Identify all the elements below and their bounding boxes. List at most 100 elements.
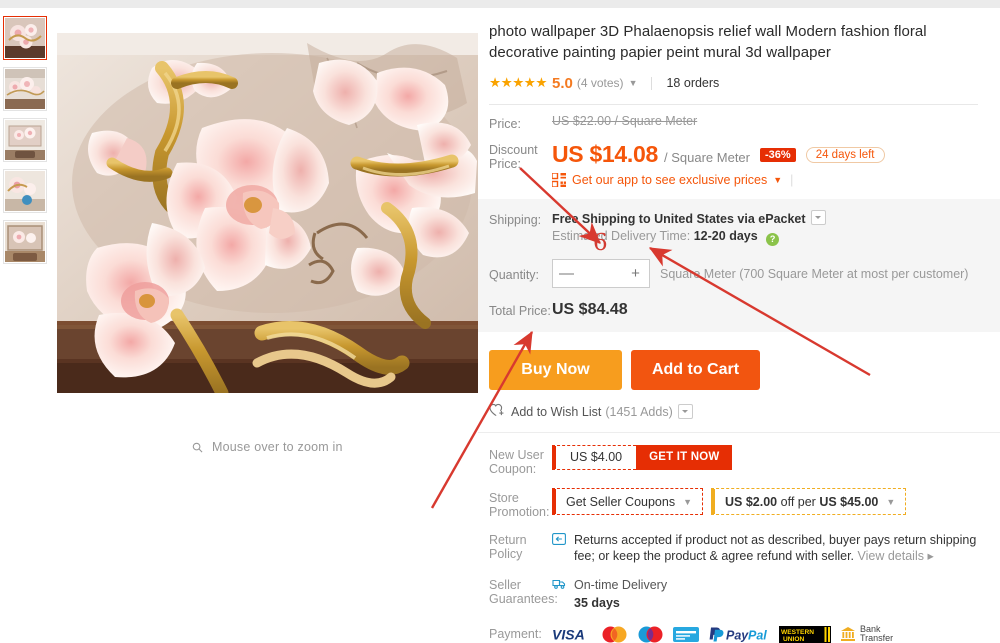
svg-text:UNION: UNION [783, 636, 804, 643]
svg-text:Pal: Pal [748, 628, 767, 642]
thumbnail-2[interactable] [3, 67, 47, 111]
return-box-icon [552, 532, 568, 548]
promo-mid-text: off per [777, 494, 820, 509]
thumbnail-1-image [5, 18, 45, 58]
shipping-row: Shipping: Free Shipping to United States… [489, 210, 978, 246]
divider-line [489, 104, 978, 105]
shipping-method: Free Shipping to United States via ePack… [552, 212, 806, 226]
page-title: photo wallpaper 3D Phalaenopsis relief w… [489, 23, 927, 61]
svg-text:Pay: Pay [726, 628, 749, 642]
new-user-coupon-row: New User Coupon: US $4.00 GET IT NOW [489, 445, 978, 476]
quantity-decrease-button[interactable]: — [553, 260, 580, 287]
price-row: Price: US $22.00 / Square Meter [489, 114, 978, 132]
payment-label: Payment: [489, 627, 542, 641]
chevron-down-icon: ▼ [683, 496, 693, 507]
annotation-handwritten-quantity: 6 [593, 230, 608, 256]
divider [651, 76, 653, 90]
new-user-coupon[interactable]: US $4.00 GET IT NOW [552, 445, 733, 470]
chevron-down-icon: ▼ [886, 496, 896, 507]
rating-votes: (4 votes) [576, 76, 624, 90]
delivery-time-prefix: Estimated Delivery Time: [552, 229, 691, 243]
delivery-time-value: 12-20 [693, 229, 726, 243]
discount-price-value: US $14.08 [552, 141, 658, 167]
qr-code-icon [551, 172, 566, 188]
product-detail-page: Mouse over to zoom in photo wallpaper 3D… [0, 0, 1000, 643]
discount-price-row: Discount Price: US $14.08 / Square Meter -… [489, 141, 978, 188]
get-seller-coupons-button[interactable]: Get Seller Coupons ▼ [552, 488, 704, 515]
bank-transfer-logo: Bank Transfer [840, 625, 893, 643]
wish-list-chevron-icon[interactable] [677, 404, 693, 419]
quantity-stepper[interactable]: — + [552, 259, 650, 288]
delivery-time: Estimated Delivery Time: 12-20 days ? [552, 229, 978, 246]
quantity-row: Quantity: — + Square Meter (700 Square M… [489, 259, 978, 288]
thumbnail-1[interactable] [3, 16, 47, 60]
thumbnail-5[interactable] [3, 220, 47, 264]
star-rating-icon: ★★★★★ [489, 75, 548, 90]
heart-plus-icon [489, 403, 505, 420]
mastercard-logo [602, 626, 627, 642]
zoom-hint: Mouse over to zoom in [57, 440, 478, 456]
store-discount-offer[interactable]: US $2.00 off per US $45.00 ▼ [711, 488, 907, 515]
card-logo [673, 626, 699, 642]
shipping-label: Shipping: [489, 213, 542, 227]
wish-list-count: (1451 Adds) [605, 404, 673, 419]
add-to-wish-list[interactable]: Add to Wish List (1451 Adds) [489, 403, 978, 420]
buy-now-button[interactable]: Buy Now [489, 350, 622, 390]
app-exclusive-price-link[interactable]: Get our app to see exclusive prices ▼ | [551, 172, 978, 188]
quantity-increase-button[interactable]: + [622, 260, 649, 287]
get-it-now-button[interactable]: GET IT NOW [636, 445, 733, 470]
return-policy-row: Return Policy Returns accepted if produc… [489, 532, 978, 564]
orders-count[interactable]: 18 orders [666, 76, 719, 90]
main-product-image-art [57, 33, 478, 393]
bank-transfer-line1: Bank [860, 624, 881, 634]
top-strip [0, 0, 1000, 8]
return-policy-label: Return Policy [489, 533, 527, 561]
visa-logo: VISA [552, 626, 585, 642]
bank-transfer-line2: Transfer [860, 633, 894, 643]
total-price-label: Total Price: [489, 304, 551, 318]
seller-guarantees-label: Seller Guarantees: [489, 578, 558, 606]
thumbnail-4[interactable] [3, 169, 47, 213]
maestro-logo [638, 626, 663, 642]
divider-line [478, 432, 1000, 433]
add-to-cart-button[interactable]: Add to Cart [631, 350, 760, 390]
quantity-label: Quantity: [489, 267, 540, 282]
zoom-hint-label: Mouse over to zoom in [212, 440, 343, 454]
wish-list-label: Add to Wish List [511, 404, 602, 419]
western-union-logo: WESTERN UNION [779, 625, 831, 643]
main-product-image[interactable] [57, 33, 478, 393]
days-left-badge: 24 days left [805, 147, 885, 163]
product-info-panel: photo wallpaper 3D Phalaenopsis relief w… [478, 8, 1000, 643]
thumbnail-3-image [5, 120, 45, 160]
delivery-time-suffix: days [729, 229, 758, 243]
thumbnail-strip [3, 16, 49, 271]
new-user-coupon-amount: US $4.00 [552, 445, 637, 470]
guarantee-title: On-time Delivery [574, 578, 668, 592]
chevron-down-icon[interactable]: ▼ [629, 78, 638, 88]
shipping-select-chevron-icon[interactable] [810, 210, 826, 225]
chevron-down-icon: ▼ [773, 175, 783, 185]
promo-discount-amount: US $2.00 [725, 494, 778, 509]
price-label: Price: [489, 117, 521, 131]
product-gallery: Mouse over to zoom in [0, 8, 478, 606]
guarantee-days: 35 days [574, 596, 620, 610]
total-price-value: US $84.48 [552, 301, 628, 318]
store-promotion-label: Store Promotion: [489, 491, 550, 519]
rating-score: 5.0 [552, 74, 573, 92]
quantity-input[interactable] [580, 265, 622, 282]
view-details-link[interactable]: View details ▸ [858, 549, 934, 563]
svg-text:VISA: VISA [552, 626, 585, 642]
get-seller-coupons-label: Get Seller Coupons [566, 494, 676, 509]
question-mark-icon[interactable]: ? [766, 233, 780, 246]
thumbnail-2-image [5, 69, 45, 109]
total-price-row: Total Price: US $84.48 [489, 301, 978, 319]
thumbnail-3[interactable] [3, 118, 47, 162]
discount-price-label: Discount Price: [489, 143, 538, 171]
magnifier-icon [192, 442, 203, 456]
divider: | [790, 173, 794, 187]
promo-threshold-amount: US $45.00 [819, 494, 879, 509]
svg-text:WESTERN: WESTERN [781, 629, 814, 636]
delivery-truck-icon [552, 577, 568, 593]
payment-row: Payment: VISA Pay Pal WESTERN UNION Bank… [489, 625, 978, 643]
thumbnail-4-image [5, 171, 45, 211]
